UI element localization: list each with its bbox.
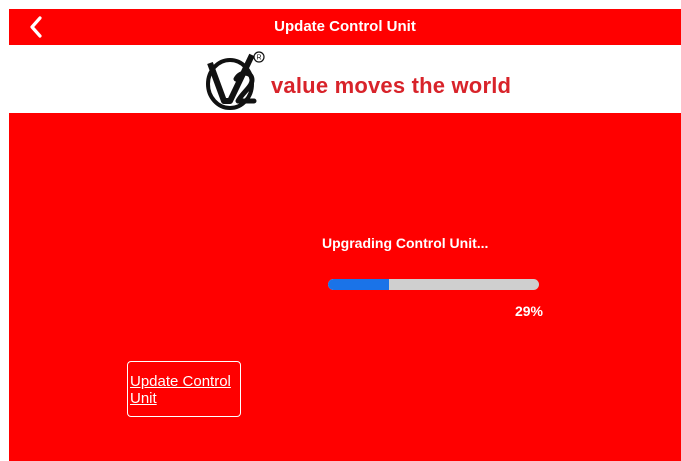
progress-status-text: Upgrading Control Unit... — [322, 235, 489, 251]
top-navigation-bar: Update Control Unit — [9, 9, 681, 45]
page-title: Update Control Unit — [274, 18, 416, 35]
v2-logo-icon: R — [206, 51, 265, 110]
update-control-unit-button-label: Update Control Unit — [130, 373, 231, 407]
progress-percent-label: 29% — [514, 303, 543, 319]
app-frame: Update Control Unit R value moves the wo… — [9, 9, 681, 461]
progress-bar-fill — [328, 279, 390, 290]
brand-tagline: value moves the world — [271, 73, 512, 98]
svg-text:R: R — [256, 55, 261, 62]
progress-bar — [328, 279, 539, 290]
content-panel: Upgrading Control Unit... 29% Update Con… — [9, 113, 681, 461]
update-control-unit-button[interactable]: Update Control Unit — [127, 361, 241, 417]
brand-banner: R value moves the world — [9, 45, 681, 113]
